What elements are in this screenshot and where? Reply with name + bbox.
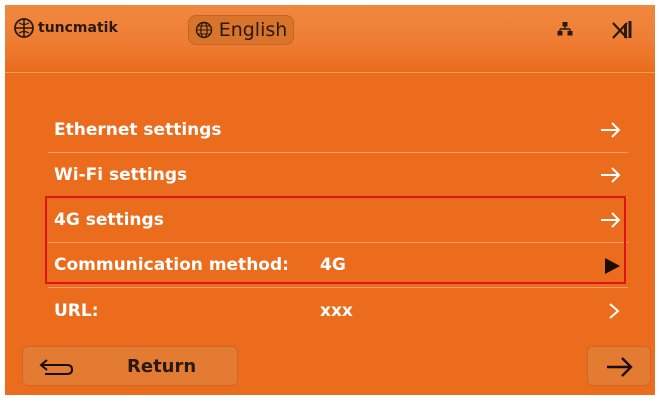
menu-item-label: URL: bbox=[54, 300, 99, 321]
return-button[interactable]: Return bbox=[22, 346, 238, 386]
brand-logo: tuncmatik bbox=[13, 15, 118, 41]
language-button[interactable]: English bbox=[188, 15, 294, 45]
menu-item-label: 4G settings bbox=[54, 210, 164, 230]
menu-item-label: Wi-Fi settings bbox=[54, 165, 188, 185]
menu-item-url[interactable]: URL: xxx bbox=[48, 288, 628, 333]
menu-item-ethernet[interactable]: Ethernet settings bbox=[48, 108, 628, 153]
next-button[interactable] bbox=[587, 346, 651, 386]
menu-item-label: Ethernet settings bbox=[54, 120, 222, 140]
return-arrow-icon bbox=[39, 359, 74, 375]
network-icon bbox=[557, 22, 573, 36]
url-value: xxx bbox=[320, 300, 353, 321]
menu-item-communication-method[interactable]: Communication method: 4G bbox=[48, 243, 628, 288]
menu-item-label: Communication method: bbox=[54, 255, 289, 275]
menu-item-4g[interactable]: 4G settings bbox=[48, 198, 628, 243]
arrow-right-icon bbox=[601, 122, 621, 138]
play-triangle-icon bbox=[605, 258, 620, 274]
no-signal-icon bbox=[612, 21, 632, 39]
arrow-right-icon bbox=[601, 212, 621, 228]
device-screen: tuncmatik English Ethernet settings Wi-F… bbox=[5, 5, 655, 395]
arrow-right-icon bbox=[601, 167, 621, 183]
brand-name: tuncmatik bbox=[38, 20, 118, 36]
language-label: English bbox=[218, 19, 288, 41]
menu-item-wifi[interactable]: Wi-Fi settings bbox=[48, 153, 628, 198]
communication-method-value: 4G bbox=[320, 255, 346, 275]
arrow-right-icon bbox=[607, 357, 633, 377]
globe-icon bbox=[195, 21, 212, 39]
return-label: Return bbox=[127, 356, 197, 377]
tuncmatik-logo-icon bbox=[14, 18, 34, 38]
chevron-right-icon bbox=[609, 303, 620, 319]
settings-menu: Ethernet settings Wi-Fi settings 4G sett… bbox=[48, 108, 628, 333]
top-bar: tuncmatik English bbox=[5, 5, 655, 73]
